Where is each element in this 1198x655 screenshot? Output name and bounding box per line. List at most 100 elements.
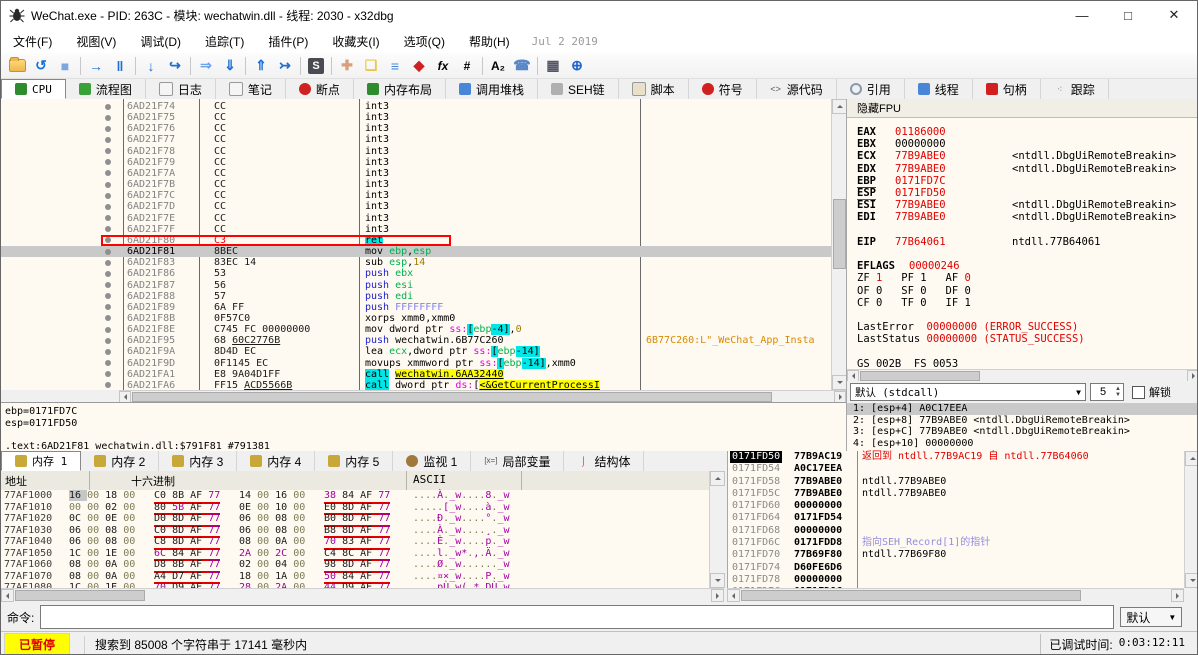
breakpoint-dot[interactable] [105, 115, 111, 121]
register-row[interactable]: LastError 00000000 (ERROR_SUCCESS) [847, 321, 1198, 333]
menu-item-q[interactable]: 选项(Q) [392, 30, 457, 53]
run-to-user-code-icon[interactable]: ↣ [273, 55, 297, 77]
stack-arg-row[interactable]: 4: [esp+10] 00000000 [847, 438, 1198, 450]
strings-icon[interactable]: A₂ [486, 55, 510, 77]
disasm-row[interactable]: 6AD21F7FCCint3 [1, 224, 831, 235]
scylla-icon[interactable]: S [304, 55, 328, 77]
breakpoint-dot[interactable] [105, 371, 111, 377]
menu-item-v[interactable]: 视图(V) [64, 30, 128, 53]
tab-memory-5[interactable]: 内存 5 [315, 451, 393, 471]
breakpoint-dot[interactable] [105, 204, 111, 210]
stepper-arrows-icon[interactable]: ▲▼ [1115, 386, 1123, 398]
register-row[interactable]: EFLAGS00000246 [847, 260, 1198, 272]
tab-trace[interactable]: ⁖跟踪 [1041, 79, 1109, 99]
stack-arg-row[interactable]: 2: [esp+8] 77B9ABE0 <ntdll.DbgUiRemoteBr… [847, 415, 1198, 427]
disasm-row[interactable]: 6AD21F8857push edi [1, 291, 831, 302]
stack-arg-row[interactable]: 3: [esp+C] 77B9ABE0 <ntdll.DbgUiRemoteBr… [847, 426, 1198, 438]
restart-icon[interactable]: ↺ [29, 55, 53, 77]
disasm-row[interactable]: 6AD21F75CCint3 [1, 112, 831, 123]
disasm-row[interactable]: 6AD21F8383EC 14sub esp,14 [1, 257, 831, 268]
menu-item-d[interactable]: 调试(D) [128, 30, 193, 53]
breakpoint-dot[interactable] [105, 249, 111, 255]
dump-row[interactable]: 77AF10200C 00 0E 00D0 8D AF 7706 00 08 0… [1, 513, 709, 525]
tab-memory-4[interactable]: 内存 4 [237, 451, 315, 471]
disasm-row[interactable]: 6AD21F74CCint3 [1, 101, 831, 112]
register-row[interactable]: EDX77B9ABE0<ntdll.DbgUiRemoteBreakin> [847, 163, 1198, 175]
tab-struct[interactable]: ⌡结构体 [564, 451, 644, 471]
tab-log[interactable]: 日志 [146, 79, 216, 99]
close-button[interactable]: ✕ [1151, 1, 1197, 29]
label-icon[interactable]: ≡ [383, 55, 407, 77]
registers-pane[interactable]: EAX01186000EBX00000000ECX77B9ABE0<ntdll.… [847, 118, 1198, 381]
tab-breakpoint[interactable]: 断点 [286, 79, 354, 99]
menu-item-t[interactable]: 追踪(T) [193, 30, 256, 53]
open-file-icon[interactable] [5, 55, 29, 77]
calling-convention-select[interactable]: 默认 (stdcall)▼ [850, 383, 1086, 401]
tab-script[interactable]: 脚本 [619, 79, 689, 99]
stack-row[interactable]: 0171FD74D60FE6D6 [728, 562, 1184, 574]
breakpoint-dot[interactable] [105, 215, 111, 221]
breakpoint-dot[interactable] [105, 104, 111, 110]
tab-source[interactable]: <>源代码 [757, 79, 837, 99]
tab-graph[interactable]: 流程图 [66, 79, 146, 99]
disasm-row[interactable]: 6AD21F7CCCint3 [1, 190, 831, 201]
stack-row[interactable]: 0171FD7077B69F80ntdll.77B69F80 [728, 549, 1184, 561]
disasm-row[interactable]: 6AD21F7ACCint3 [1, 168, 831, 179]
breakpoint-dot[interactable] [105, 293, 111, 299]
breakpoint-dot[interactable] [105, 137, 111, 143]
run-to-cursor-icon[interactable]: ⇒ [194, 55, 218, 77]
register-row[interactable]: CF 0 TF 0 IF 1 [847, 297, 1198, 309]
stack-pane[interactable]: 0171FD5077B9AC19返回到 ntdll.77B9AC19 自 ntd… [727, 451, 1184, 588]
stack-row[interactable]: 0171FD5877B9ABE0ntdll.77B9ABE0 [728, 476, 1184, 488]
tab-handles[interactable]: 句柄 [973, 79, 1041, 99]
breakpoint-dot[interactable] [105, 304, 111, 310]
register-row[interactable]: EDI77B9ABE0<ntdll.DbgUiRemoteBreakin> [847, 211, 1198, 223]
function-icon[interactable]: fx [431, 55, 455, 77]
register-row[interactable]: EAX01186000 [847, 126, 1198, 138]
register-row[interactable]: EBP0171FD7C [847, 175, 1198, 187]
dump-row[interactable]: 77AF100016 00 18 00C0 8B AF 7714 00 16 0… [1, 490, 709, 502]
stack-row[interactable]: 0171FD6800000000 [728, 525, 1184, 537]
disasm-row[interactable]: 6AD21F896A FFpush FFFFFFFF [1, 302, 831, 313]
disasm-row[interactable]: 6AD21F78CCint3 [1, 146, 831, 157]
command-profile-select[interactable]: 默认▼ [1120, 607, 1182, 627]
breakpoint-dot[interactable] [105, 382, 111, 388]
stack-row[interactable]: 0171FD640171FD54 [728, 512, 1184, 524]
disasm-row[interactable]: 6AD21F8EC745 FC 00000000mov dword ptr ss… [1, 324, 831, 335]
disasm-row[interactable]: 6AD21F8756push esi [1, 280, 831, 291]
breakpoint-dot[interactable] [105, 282, 111, 288]
register-row[interactable]: ESI77B9ABE0<ntdll.DbgUiRemoteBreakin> [847, 199, 1198, 211]
register-row[interactable]: EIP77B64061ntdll.77B64061 [847, 236, 1198, 248]
memory-dump-pane[interactable]: 77AF100016 00 18 00C0 8B AF 7714 00 16 0… [1, 490, 709, 588]
disasm-row[interactable]: 6AD21F79CCint3 [1, 157, 831, 168]
disasm-row[interactable]: 6AD21F818BECmov ebp,esp [1, 246, 831, 257]
menu-item-i[interactable]: 收藏夹(I) [320, 30, 391, 53]
breakpoint-dot[interactable] [105, 193, 111, 199]
tab-memory-2[interactable]: 内存 2 [81, 451, 159, 471]
stack-row[interactable]: 0171FD7800000000 [728, 574, 1184, 586]
disasm-row[interactable]: 6AD21F7DCCint3 [1, 201, 831, 212]
menu-item-p[interactable]: 插件(P) [256, 30, 320, 53]
breakpoint-dot[interactable] [105, 182, 111, 188]
dump-row[interactable]: 77AF106008 00 0A 00D8 8B AF 7702 00 04 0… [1, 559, 709, 571]
breakpoint-dot[interactable] [105, 159, 111, 165]
stack-row[interactable]: 0171FD6000000000 [728, 500, 1184, 512]
disasm-row[interactable]: 6AD21F8B0F57C0xorps xmm0,xmm0 [1, 313, 831, 324]
breakpoint-dot[interactable] [105, 349, 111, 355]
execute-till-return-icon[interactable]: ⇓ [218, 55, 242, 77]
disasm-row[interactable]: 6AD21FA1E8 9A04D1FFcall wechatwin.6AA324… [1, 369, 831, 380]
tab-call-stack[interactable]: 调用堆栈 [446, 79, 538, 99]
register-row[interactable]: EBX00000000 [847, 138, 1198, 150]
maximize-button[interactable]: □ [1105, 1, 1151, 29]
stack-hscrollbar[interactable] [727, 588, 1184, 602]
stack-row[interactable]: 0171FD5C77B9ABE0ntdll.77B9ABE0 [728, 488, 1184, 500]
breakpoint-dot[interactable] [105, 327, 111, 333]
disasm-row[interactable]: 6AD21F8653push ebx [1, 268, 831, 279]
register-row[interactable]: OF 0 SF 0 DF 0 [847, 285, 1198, 297]
tab-watch-1[interactable]: 监视 1 [393, 451, 471, 471]
tab-threads[interactable]: 线程 [905, 79, 973, 99]
disasm-row[interactable]: 6AD21F7BCCint3 [1, 179, 831, 190]
stack-vscrollbar[interactable] [1184, 451, 1198, 588]
menu-item-h[interactable]: 帮助(H) [457, 30, 522, 53]
comment-icon[interactable]: ❑ [359, 55, 383, 77]
